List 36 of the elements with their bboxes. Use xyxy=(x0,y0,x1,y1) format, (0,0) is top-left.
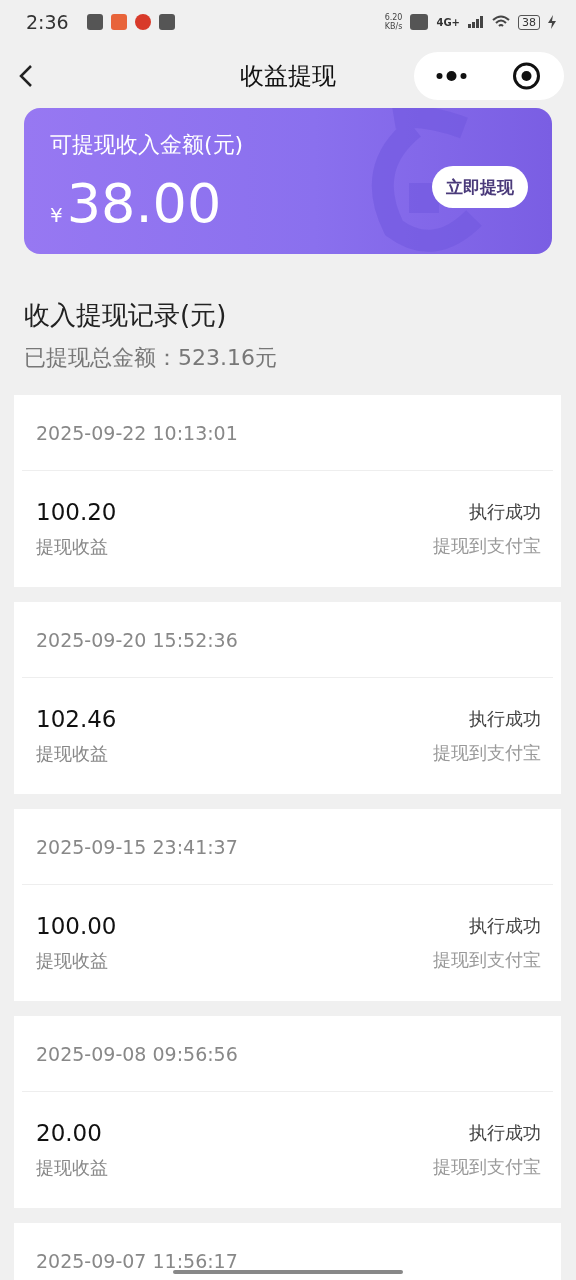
currency-symbol: ¥ xyxy=(50,203,63,227)
record-status: 执行成功 xyxy=(469,500,541,524)
signal-icon xyxy=(468,16,484,28)
network-type: 4G+ xyxy=(436,16,460,28)
status-time: 2:36 xyxy=(26,11,69,33)
record-time: 2025-09-08 09:56:56 xyxy=(22,1016,553,1092)
record-amount: 100.00 xyxy=(36,913,117,939)
record-time: 2025-09-20 15:52:36 xyxy=(22,602,553,678)
wifi-icon xyxy=(492,15,510,29)
record-status: 执行成功 xyxy=(469,1121,541,1145)
balance-amount: 38.00 xyxy=(66,174,222,234)
record-type: 提现收益 xyxy=(36,742,109,766)
record-type: 提现收益 xyxy=(36,535,109,559)
back-icon[interactable] xyxy=(18,64,34,88)
record-channel: 提现到支付宝 xyxy=(433,741,541,765)
total-withdrawn: 已提现总金额：523.16元 xyxy=(24,344,278,372)
record-time: 2025-09-22 10:13:01 xyxy=(22,395,553,471)
record-amount: 102.46 xyxy=(36,706,117,732)
record-channel: 提现到支付宝 xyxy=(433,948,541,972)
battery-level: 38 xyxy=(518,14,540,30)
record-status: 执行成功 xyxy=(469,914,541,938)
records-title: 收入提现记录(元) xyxy=(24,299,228,332)
record-type: 提现收益 xyxy=(36,1156,108,1180)
record-type: 提现收益 xyxy=(36,949,109,973)
balance-label: 可提现收入金额(元) xyxy=(50,131,245,159)
charging-icon xyxy=(548,15,556,29)
network-speed: 6.20 xyxy=(384,13,403,22)
page-title: 收益提现 xyxy=(240,61,336,92)
record-time: 2025-09-15 23:41:37 xyxy=(22,809,553,885)
record-amount: 100.20 xyxy=(36,499,117,525)
record-status: 执行成功 xyxy=(469,707,541,731)
record-channel: 提现到支付宝 xyxy=(433,1155,541,1179)
record-amount: 20.00 xyxy=(36,1120,103,1146)
record-channel: 提现到支付宝 xyxy=(433,534,541,558)
withdraw-button[interactable]: 立即提现 xyxy=(432,166,528,208)
speed-unit: KB/s xyxy=(384,22,403,31)
